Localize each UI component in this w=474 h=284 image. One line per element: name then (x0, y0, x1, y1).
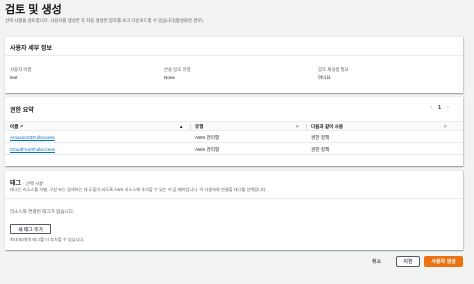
policy-link[interactable]: CloudFrontFullAccess (10, 147, 55, 152)
chevron-right-icon[interactable]: › (447, 105, 449, 111)
create-user-button[interactable]: 사용자 생성 (424, 256, 463, 267)
table-row: CloudFrontFullAccess AWS 관리형 권한 정책 (5, 143, 463, 155)
table-header: 이름 ↗ ▲ 유형 ▼ 다음과 같이 사용 ▼ (5, 121, 463, 131)
policy-used-as: 권한 정책 (311, 147, 330, 152)
column-header-type[interactable]: 유형 (195, 124, 203, 130)
policy-type: AWS 관리형 (195, 147, 220, 152)
column-separator (190, 124, 191, 130)
user-details-title: 사용자 세부 정보 (10, 46, 52, 52)
policy-used-as: 권한 정책 (311, 135, 330, 140)
sort-icon[interactable]: ▼ (295, 124, 299, 129)
user-details-panel: 사용자 세부 정보 사용자 이름 test 콘솔 암호 유형 None 암호 재… (5, 36, 463, 93)
permissions-summary-panel: 권한 요약 ‹ 1 › 이름 ↗ ▲ 유형 ▼ 다음과 같이 사용 ▼ Amaz… (5, 96, 463, 166)
permissions-summary-title: 권한 요약 (10, 108, 34, 114)
username-label: 사용자 이름 (10, 67, 32, 72)
divider (5, 198, 463, 199)
cancel-button[interactable]: 취소 (372, 258, 381, 265)
username-value: test (10, 75, 18, 80)
no-tags-text: 리소스와 연결된 태그가 없습니다. (10, 209, 75, 214)
policy-link[interactable]: AmazonS3FullAccess (10, 135, 55, 140)
page-title: 검토 및 생성 (5, 4, 62, 16)
previous-button[interactable]: 이전 (396, 256, 420, 267)
table-row: AmazonS3FullAccess AWS 관리형 권한 정책 (5, 131, 463, 143)
divider (5, 55, 463, 56)
column-header-used-as[interactable]: 다음과 같이 사용 (311, 124, 343, 130)
tags-title: 태그 - 선택 사항 (10, 181, 43, 187)
sort-ascending-icon[interactable]: ▲ (179, 124, 183, 129)
page-description: 선택 사항을 검토합니다. 사용자를 생성한 후 자동 생성된 암호를 보고 다… (5, 18, 204, 23)
tag-limit-text: 최대 50개의 태그를 더 추가할 수 있습니다. (10, 237, 85, 242)
policy-type: AWS 관리형 (195, 135, 220, 140)
tags-description: 태그는 리소스를 식별, 구성 또는 검색하는 데 도움이 되도록 AWS 리소… (10, 187, 267, 192)
console-password-type-value: None (164, 75, 175, 80)
page-number[interactable]: 1 (438, 105, 441, 111)
column-separator (306, 124, 307, 130)
pagination: ‹ 1 › (430, 105, 449, 111)
console-password-type-label: 콘솔 암호 유형 (164, 67, 191, 72)
sort-icon[interactable]: ▼ (443, 124, 447, 129)
tags-panel: 태그 - 선택 사항 태그는 리소스를 식별, 구성 또는 검색하는 데 도움이… (5, 170, 463, 250)
password-reset-value: 아니요 (318, 75, 331, 80)
chevron-left-icon[interactable]: ‹ (430, 105, 432, 111)
optional-label: - 선택 사항 (22, 181, 43, 186)
external-link-icon: ↗ (19, 124, 24, 129)
password-reset-label: 암호 재설정 필요 (318, 67, 349, 72)
add-tag-button[interactable]: 새 태그 추가 (10, 224, 51, 234)
column-header-name[interactable]: 이름 ↗ (10, 124, 23, 130)
